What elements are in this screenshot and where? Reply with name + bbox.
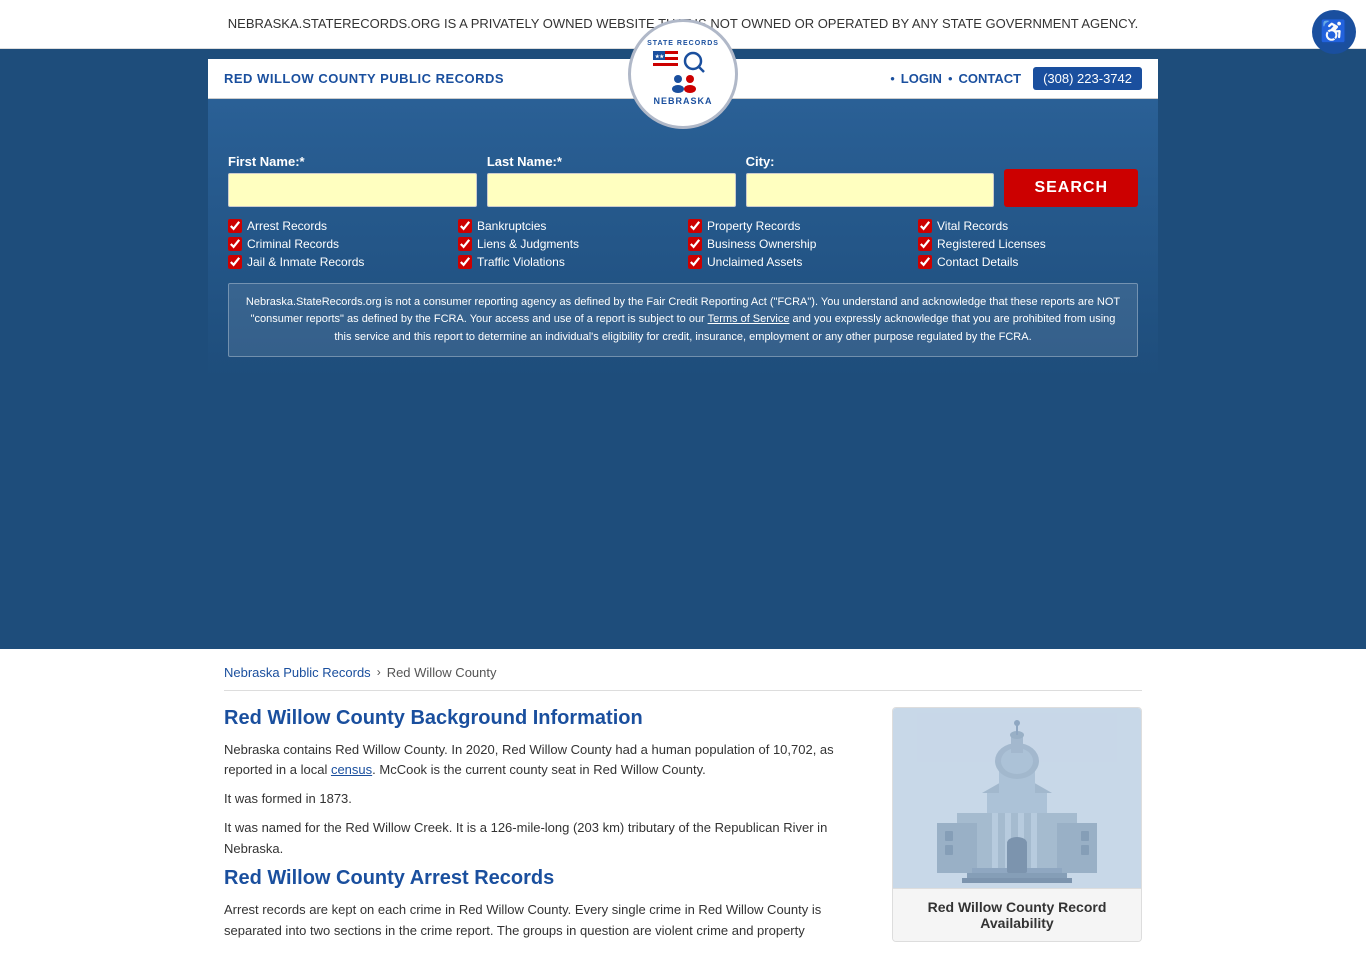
logo-svg: ★★ [648,49,718,94]
checkbox-item: Vital Records [918,219,1138,233]
breadcrumb-current: Red Willow County [387,665,497,680]
checkboxes-area: Arrest Records Bankruptcies Property Recor… [228,219,1138,269]
search-container: RED WILLOW COUNTY PUBLIC RECORDS STATE R… [208,49,1158,378]
contact-link[interactable]: CONTACT [959,71,1022,86]
checkbox-label-11: Contact Details [937,255,1018,269]
logo-arc-top: STATE RECORDS [647,40,719,48]
main-content: Red Willow County Background Information… [224,707,1142,951]
section2-title: Red Willow County Arrest Records [224,867,872,890]
checkbox-item: Bankruptcies [458,219,678,233]
phone-button[interactable]: (308) 223-3742 [1033,67,1142,90]
checkbox-8[interactable] [228,255,242,269]
dot2: • [948,71,953,86]
city-group: City: [746,154,995,207]
right-sidebar: Red Willow County Record Availability [892,707,1142,951]
content-area: Nebraska Public Records › Red Willow Cou… [208,649,1158,966]
last-name-label: Last Name:* [487,154,736,169]
census-link[interactable]: census [331,762,372,777]
checkbox-11[interactable] [918,255,932,269]
checkbox-item: Property Records [688,219,908,233]
checkbox-1[interactable] [458,219,472,233]
checkbox-label-0: Arrest Records [247,219,327,233]
logo-inner: STATE RECORDS ★★ [647,40,719,107]
checkbox-4[interactable] [228,237,242,251]
checkbox-item: Contact Details [918,255,1138,269]
header-bar: RED WILLOW COUNTY PUBLIC RECORDS STATE R… [208,59,1158,99]
logo-circle: STATE RECORDS ★★ [628,19,738,129]
accessibility-button[interactable]: ♿ [1312,10,1356,54]
checkbox-3[interactable] [918,219,932,233]
checkbox-label-3: Vital Records [937,219,1008,233]
checkbox-label-6: Business Ownership [707,237,816,251]
checkbox-item: Traffic Violations [458,255,678,269]
section1-p2: It was formed in 1873. [224,789,872,810]
first-name-label: First Name:* [228,154,477,169]
dot1: • [890,71,895,86]
svg-text:★★: ★★ [655,54,664,60]
section1-p3: It was named for the Red Willow Creek. I… [224,818,872,860]
checkbox-item: Arrest Records [228,219,448,233]
terms-link[interactable]: Terms of Service [708,313,790,325]
checkbox-label-2: Property Records [707,219,800,233]
search-button[interactable]: SEARCH [1004,169,1138,207]
main-wrapper: RED WILLOW COUNTY PUBLIC RECORDS STATE R… [0,49,1366,649]
left-content: Red Willow County Background Information… [224,707,872,951]
logo-area: STATE RECORDS ★★ [628,19,738,129]
checkbox-item: Unclaimed Assets [688,255,908,269]
logo-state: NEBRASKA [647,96,719,107]
breadcrumb: Nebraska Public Records › Red Willow Cou… [224,665,1142,691]
search-form-area: First Name:* Last Name:* City: SEARCH Ar… [208,99,1158,378]
checkbox-label-9: Traffic Violations [477,255,565,269]
section1-title: Red Willow County Background Information [224,707,872,730]
checkbox-item: Business Ownership [688,237,908,251]
site-title: RED WILLOW COUNTY PUBLIC RECORDS [224,71,504,86]
checkbox-item: Jail & Inmate Records [228,255,448,269]
last-name-input[interactable] [487,173,736,207]
checkbox-0[interactable] [228,219,242,233]
sidebar-card: Red Willow County Record Availability [892,707,1142,942]
login-link[interactable]: LOGIN [901,71,942,86]
checkbox-10[interactable] [688,255,702,269]
checkbox-2[interactable] [688,219,702,233]
breadcrumb-home[interactable]: Nebraska Public Records [224,665,371,680]
sidebar-card-title: Red Willow County Record Availability [893,888,1141,941]
checkbox-item: Liens & Judgments [458,237,678,251]
checkbox-label-4: Criminal Records [247,237,339,251]
checkbox-label-10: Unclaimed Assets [707,255,802,269]
building-svg [917,713,1117,883]
last-name-group: Last Name:* [487,154,736,207]
first-name-group: First Name:* [228,154,477,207]
first-name-input[interactable] [228,173,477,207]
section1-p1: Nebraska contains Red Willow County. In … [224,740,872,782]
city-input[interactable] [746,173,995,207]
disclaimer: Nebraska.StateRecords.org is not a consu… [228,283,1138,358]
checkbox-5[interactable] [458,237,472,251]
search-fields: First Name:* Last Name:* City: SEARCH [228,154,1138,207]
checkbox-label-5: Liens & Judgments [477,237,579,251]
breadcrumb-separator: › [377,665,381,679]
header-nav: • LOGIN • CONTACT (308) 223-3742 [890,67,1142,90]
checkbox-item: Registered Licenses [918,237,1138,251]
section2-p1: Arrest records are kept on each crime in… [224,900,872,942]
checkbox-label-8: Jail & Inmate Records [247,255,364,269]
city-label: City: [746,154,995,169]
sidebar-building-image [893,708,1141,888]
checkbox-item: Criminal Records [228,237,448,251]
checkbox-9[interactable] [458,255,472,269]
checkbox-label-7: Registered Licenses [937,237,1046,251]
checkbox-7[interactable] [918,237,932,251]
checkbox-label-1: Bankruptcies [477,219,546,233]
checkbox-6[interactable] [688,237,702,251]
